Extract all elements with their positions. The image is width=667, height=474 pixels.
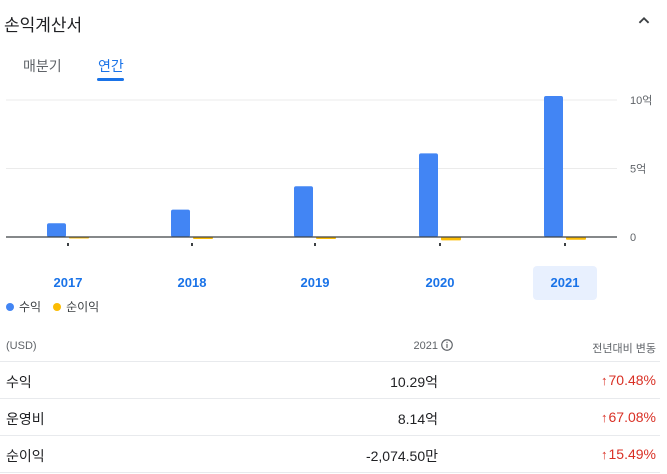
row-value: -2,074.50만 — [365, 448, 438, 464]
revenue-bar — [47, 223, 66, 237]
period-tabs: 매분기 연간 — [0, 50, 200, 84]
arrow-up-icon: ↑ — [601, 373, 608, 388]
revenue-bar — [171, 209, 190, 237]
active-tab-indicator — [97, 78, 124, 81]
table-row-revenue: 수익 10.29억 ↑70.48% — [0, 362, 660, 399]
table-header: (USD) 2021 전년대비 변동 — [0, 328, 660, 362]
table-row-operating-expense: 운영비 8.14억 ↑67.08% — [0, 399, 660, 436]
y-axis-label: 10억 — [630, 94, 652, 107]
section-header: 손익계산서 — [0, 0, 667, 44]
row-change-value: 67.08% — [608, 409, 656, 425]
revenue-bar — [419, 153, 438, 237]
chart-legend: 수익 순이익 — [6, 298, 99, 315]
y-axis-label: 0 — [630, 232, 636, 244]
legend-dot-net-income — [53, 302, 62, 311]
revenue-bar — [294, 186, 313, 237]
legend-label-net-income: 순이익 — [66, 300, 100, 314]
row-change: ↑67.08% — [601, 409, 656, 425]
year-label-2020[interactable]: 2020 — [408, 266, 472, 300]
tab-annual[interactable]: 연간 — [98, 56, 124, 76]
year-label-2018[interactable]: 2018 — [160, 266, 224, 300]
row-value: 10.29억 — [390, 374, 438, 390]
x-tick — [314, 243, 316, 246]
arrow-up-icon: ↑ — [601, 410, 608, 425]
financials-table: (USD) 2021 전년대비 변동 수익 10.29억 ↑70.48% 운영비… — [0, 328, 660, 473]
x-tick — [564, 243, 566, 246]
x-tick — [191, 243, 193, 246]
table-row-net-income: 순이익 -2,074.50만 ↑15.49% — [0, 436, 660, 473]
section-title: 손익계산서 — [4, 16, 83, 35]
row-label: 순이익 — [6, 448, 45, 464]
legend-item-net-income: 순이익 — [53, 298, 99, 315]
y-axis-label: 5억 — [630, 163, 646, 176]
chevron-up-icon[interactable] — [633, 10, 655, 32]
currency-header: (USD) — [6, 340, 37, 352]
legend-dot-revenue — [6, 302, 14, 311]
row-change-value: 70.48% — [608, 372, 656, 388]
chart-canvas: 10억 5억 0 — [6, 94, 652, 246]
revenue-bar — [544, 96, 563, 237]
arrow-up-icon: ↑ — [601, 447, 608, 462]
revenue-chart: 10억 5억 0 2017 2018 2019 2020 2021 — [0, 88, 667, 300]
row-change: ↑70.48% — [601, 372, 656, 388]
year-label-2019[interactable]: 2019 — [283, 266, 347, 300]
change-header: 전년대비 변동 — [592, 343, 656, 355]
row-label: 수익 — [6, 374, 32, 390]
year-label-2021[interactable]: 2021 — [533, 266, 597, 300]
tab-quarterly[interactable]: 매분기 — [23, 56, 62, 76]
year-header: 2021 — [413, 340, 438, 352]
year-label-2017[interactable]: 2017 — [36, 266, 100, 300]
row-change-value: 15.49% — [608, 446, 656, 462]
row-label: 운영비 — [6, 411, 45, 427]
x-tick — [439, 243, 441, 246]
info-icon[interactable] — [440, 338, 454, 352]
legend-label-revenue: 수익 — [19, 300, 42, 314]
row-change: ↑15.49% — [601, 446, 656, 462]
row-value: 8.14억 — [397, 411, 438, 427]
x-tick — [67, 243, 69, 246]
legend-item-revenue: 수익 — [6, 298, 41, 315]
